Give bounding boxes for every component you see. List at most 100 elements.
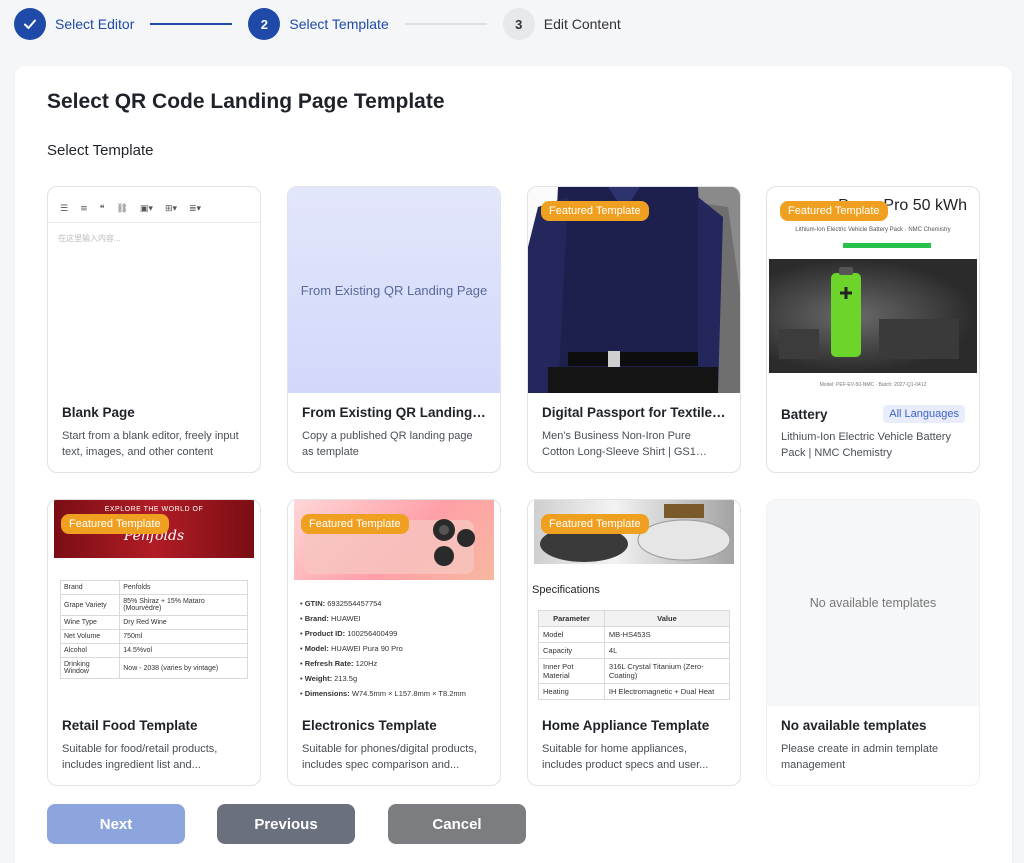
template-thumbnail: ☰ ≡ ❝ ⛓ ▣▾ ⊞▾ ≣▾ 在这里输入内容... (48, 187, 260, 393)
template-name: Retail Food Template (62, 718, 198, 733)
spec-key: Refresh Rate: (304, 659, 354, 668)
template-card-blank[interactable]: ☰ ≡ ❝ ⛓ ▣▾ ⊞▾ ≣▾ 在这里输入内容... Blank Page S… (47, 186, 261, 473)
template-info: Blank Page Start from a blank editor, fr… (48, 393, 260, 472)
spec-value: 100256400499 (347, 629, 398, 638)
battery-image (769, 259, 977, 373)
check-icon (14, 8, 46, 40)
table-row: Grape Variety 85% Shiraz + 15% Mataro (Mo… (59, 594, 248, 616)
step-connector (150, 23, 233, 25)
row-label: Alcohol (59, 643, 121, 658)
bullet-list-icon: ☰ (60, 203, 69, 214)
spec-item: • Product ID: 100256400499 (300, 629, 398, 638)
section-label: Select Template (47, 142, 154, 159)
template-name: No available templates (781, 718, 927, 733)
spec-item: • GTIN: 6932554457754 (300, 599, 382, 608)
table-row: Heating IH Electromagnetic + Dual Heat (538, 683, 731, 700)
banner-caption: EXPLORE THE WORLD OF (104, 506, 204, 513)
template-card-electronics[interactable]: Featured Template • GTIN: 6932554457754 •… (287, 499, 501, 786)
row-label: Brand (59, 580, 121, 595)
template-desc: Men's Business Non-Iron Pure Cotton Long… (542, 430, 696, 458)
template-name: Electronics Template (302, 718, 437, 733)
page-title: Select QR Code Landing Page Template (47, 90, 445, 113)
row-value: 4L (603, 642, 731, 659)
template-desc: Start from a blank editor, freely input … (62, 430, 239, 458)
row-value: IH Electromagnetic + Dual Heat (603, 683, 731, 700)
template-card-retail-food[interactable]: Featured Template EXPLORE THE WORLD OF P… (47, 499, 261, 786)
spec-value: HUAWEI (330, 614, 361, 623)
row-label: Drinking Window (59, 657, 121, 679)
template-info: Electronics Template Suitable for phones… (288, 706, 500, 785)
template-info: Home Appliance Template Suitable for hom… (528, 706, 740, 785)
row-value: 14.5%vol (119, 643, 248, 658)
template-desc: Copy a published QR landing page as temp… (302, 430, 473, 458)
table-row: Net Volume 750ml (59, 629, 248, 644)
template-info: Digital Passport for Textile ... Men's B… (528, 393, 740, 472)
step-connector (404, 23, 487, 25)
row-label: Heating (538, 683, 605, 700)
template-panel: Select QR Code Landing Page Template Sel… (15, 66, 1012, 863)
spec-table: Parameter Value Model MB-HS453S Capacity 4L… (538, 610, 731, 700)
template-card-from-existing[interactable]: From Existing QR Landing Page From Exist… (287, 186, 501, 473)
spec-list: • GTIN: 6932554457754 • Brand: HUAWEI • Pr… (300, 596, 466, 701)
numbered-list-icon: ≡ (80, 203, 88, 214)
cancel-button[interactable]: Cancel (388, 804, 526, 844)
featured-badge: Featured Template (780, 201, 888, 221)
spec-key: Product ID: (304, 629, 346, 638)
link-icon: ⛓ (116, 203, 128, 214)
spec-value: 6932554457754 (327, 599, 382, 608)
template-info: Retail Food Template Suitable for food/r… (48, 706, 260, 785)
spec-header: Parameter (538, 610, 605, 627)
template-info: Battery All Languages Lithium-Ion Electr… (767, 393, 979, 472)
step-label: Edit Content (543, 16, 621, 32)
table-row: Drinking Window Now - 2038 (varies by vin… (59, 657, 248, 679)
row-value: 316L Crystal Titanium (Zero-Coating) (603, 658, 731, 684)
spec-item: • Model: HUAWEI Pura 90 Pro (300, 644, 403, 653)
editor-toolbar: ☰ ≡ ❝ ⛓ ▣▾ ⊞▾ ≣▾ (48, 195, 260, 223)
spec-value: HUAWEI Pura 90 Pro (330, 644, 403, 653)
template-desc: Suitable for home appliances, includes p… (542, 743, 709, 771)
spec-value: 120Hz (355, 659, 378, 668)
spec-value: 213.5g (334, 674, 358, 683)
step-label: Select Template (289, 16, 389, 32)
featured-badge: Featured Template (301, 514, 409, 534)
row-label: Model (538, 626, 605, 643)
template-thumbnail: From Existing QR Landing Page (288, 187, 500, 393)
table-row: Alcohol 14.5%vol (59, 643, 248, 658)
table-row: Wine Type Dry Red Wine (59, 615, 248, 630)
template-desc: Suitable for food/retail products, inclu… (62, 743, 218, 771)
spec-item: • Refresh Rate: 120Hz (300, 659, 378, 668)
row-label: Inner Pot Material (538, 658, 605, 684)
previous-button[interactable]: Previous (217, 804, 355, 844)
template-name-row: Battery All Languages (781, 405, 965, 423)
template-desc: Lithium-Ion Electric Vehicle Battery Pac… (781, 431, 951, 459)
ingredient-table: Brand Penfolds Grape Variety 85% Shiraz + 1… (59, 580, 248, 679)
table-row: Brand Penfolds (59, 580, 248, 595)
template-desc: Please create in admin template manageme… (781, 743, 939, 771)
spec-item: • Weight: 213.5g (300, 674, 358, 683)
table-icon: ⊞▾ (164, 203, 177, 214)
step-number: 2 (248, 8, 281, 40)
template-name: From Existing QR Landing P... (302, 405, 486, 420)
next-button[interactable]: Next (47, 804, 185, 844)
quote-icon: ❝ (99, 203, 105, 214)
template-card-textile-passport[interactable]: Featured Template Digital Passport for T… (527, 186, 741, 473)
row-value: Penfolds (119, 580, 248, 595)
spec-key: Model: (304, 644, 329, 653)
row-value: Now - 2038 (varies by vintage) (119, 657, 248, 679)
template-info: From Existing QR Landing P... Copy a pub… (288, 393, 500, 472)
spec-key: Brand: (304, 614, 329, 623)
row-label: Net Volume (59, 629, 121, 644)
template-card-battery[interactable]: Featured Template PowerPro 50 kWh Lithiu… (766, 186, 980, 473)
thumbnail-text: From Existing QR Landing Page (288, 187, 500, 393)
template-name: Battery (781, 406, 828, 422)
step-select-template[interactable]: 2 Select Template (248, 8, 389, 40)
spec-item: • Brand: HUAWEI (300, 614, 361, 623)
step-edit-content[interactable]: 3 Edit Content (502, 8, 621, 40)
row-value: 750ml (119, 629, 248, 644)
spec-title: Specifications (532, 584, 600, 596)
step-select-editor[interactable]: Select Editor (14, 8, 134, 40)
table-row: Inner Pot Material 316L Crystal Titanium … (538, 658, 731, 684)
spec-key: Dimensions: (304, 689, 350, 698)
row-label: Grape Variety (59, 594, 121, 616)
template-card-home-appliance[interactable]: Featured Template Specifications Paramet… (527, 499, 741, 786)
